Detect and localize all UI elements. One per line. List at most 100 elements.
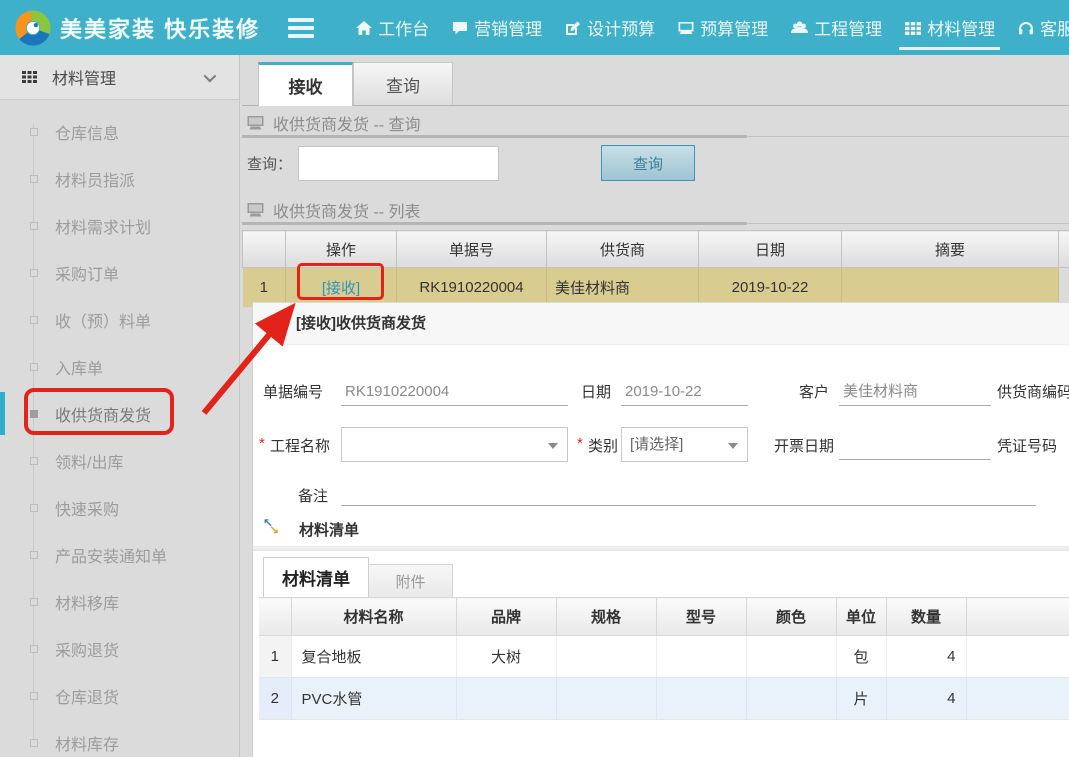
monitor-icon <box>246 115 265 132</box>
sidebar-menu: 仓库信息 材料员指派 材料需求计划 采购订单 <box>0 100 239 757</box>
col-material-name: 材料名称 <box>291 598 456 636</box>
edit-icon <box>564 19 582 37</box>
sidebar-item[interactable]: 领料/出库 <box>0 437 239 484</box>
sidebar-item[interactable]: 采购退货 <box>0 625 239 672</box>
sidebar-item[interactable]: 收（预）料单 <box>0 296 239 343</box>
col-rownum <box>243 231 286 268</box>
doc-no-field[interactable]: RK1910220004 <box>341 380 568 406</box>
sidebar-item-label: 收供货商发货 <box>55 402 151 426</box>
brand-title: 美美家装 快乐装修 <box>60 12 260 44</box>
brand-cell: 大树 <box>456 636 556 678</box>
sidebar-item-label: 采购订单 <box>55 261 119 285</box>
sidebar-item[interactable]: 仓库退货 <box>0 672 239 719</box>
project-name-select[interactable] <box>341 427 568 462</box>
sidebar-item-label: 快速采购 <box>55 496 119 520</box>
bullet-icon <box>30 128 38 136</box>
invoice-date-label: 开票日期 <box>774 435 834 456</box>
sidebar-item[interactable]: 采购订单 <box>0 249 239 296</box>
nav-budget[interactable]: 预算管理 <box>666 0 779 55</box>
nav-marketing[interactable]: 营销管理 <box>440 0 553 55</box>
sidebar-item[interactable]: 材料员指派 <box>0 155 239 202</box>
nav-workbench[interactable]: 工作台 <box>344 0 440 55</box>
bullet-icon <box>30 739 38 747</box>
col-unit: 单位 <box>836 598 886 636</box>
sidebar-item[interactable]: 仓库信息 <box>0 108 239 155</box>
sidebar-item[interactable]: 入库单 <box>0 343 239 390</box>
col-end <box>1059 231 1069 268</box>
tab-material-list[interactable]: 材料清单 <box>263 557 369 597</box>
grid-icon <box>904 19 922 37</box>
bullet-icon <box>30 551 38 559</box>
sidebar-item-label: 材料库存 <box>55 731 119 755</box>
sidebar-item[interactable]: 产品安装通知单 <box>0 531 239 578</box>
col-operation: 操作 <box>286 231 397 268</box>
nav-customer-service[interactable]: 客服管理 <box>1006 0 1069 55</box>
unit-cell: 包 <box>836 636 886 678</box>
date-label: 日期 <box>581 381 611 402</box>
material-name-cell: 复合地板 <box>291 636 456 678</box>
bullet-icon <box>30 410 38 418</box>
sidebar-item-label: 仓库退货 <box>55 684 119 708</box>
sidebar-title: 材料管理 <box>52 65 116 89</box>
material-row: 2 PVC水管 片 4 <box>259 678 1069 720</box>
col-spec: 规格 <box>556 598 656 636</box>
required-mark: * <box>577 435 583 452</box>
bullet-icon <box>30 645 38 653</box>
sidebar-item-label: 领料/出库 <box>55 449 123 473</box>
tab-attachments[interactable]: 附件 <box>369 564 453 597</box>
sidebar-item-label: 仓库信息 <box>55 120 119 144</box>
home-icon <box>355 19 373 37</box>
tab-receive[interactable]: 接收 <box>258 62 353 106</box>
material-row: 1 复合地板 大树 包 4 <box>259 636 1069 678</box>
shipment-list-table: 操作 单据号 供货商 日期 摘要 1 [接收] RK1910220004 美佳材… <box>242 230 1069 307</box>
sidebar-item[interactable]: 材料库存 <box>0 719 239 757</box>
required-mark: * <box>259 435 265 452</box>
nav-materials[interactable]: 材料管理 <box>893 0 1006 55</box>
row-number: 1 <box>243 268 286 307</box>
sidebar-item-label: 材料需求计划 <box>55 214 151 238</box>
query-input[interactable] <box>298 146 499 181</box>
sidebar-item[interactable]: 材料移库 <box>0 578 239 625</box>
query-form: 查询： 查询 <box>242 137 1069 189</box>
col-supplier: 供货商 <box>547 231 699 268</box>
sidebar-item[interactable]: 材料需求计划 <box>0 202 239 249</box>
customer-field[interactable]: 美佳材料商 <box>839 380 991 406</box>
category-select[interactable]: [请选择] <box>621 427 748 462</box>
sidebar-item-label: 收（预）料单 <box>55 308 151 332</box>
menu-toggle-icon[interactable] <box>288 14 314 42</box>
sidebar-item-label: 材料员指派 <box>55 167 135 191</box>
bullet-icon <box>30 598 38 606</box>
query-button[interactable]: 查询 <box>601 145 695 181</box>
sidebar-item[interactable]: 收供货商发货 <box>0 390 239 437</box>
top-header: 美美家装 快乐装修 工作台 营销管理 设计预算 预算管理 工程管理 <box>0 0 1069 55</box>
remark-label: 备注 <box>298 485 328 506</box>
qty-cell: 4 <box>886 678 966 720</box>
chevron-down-icon[interactable] <box>204 69 217 82</box>
unit-cell: 片 <box>836 678 886 720</box>
material-table: 材料名称 品牌 规格 型号 颜色 单位 数量 1 复合地板 大树 包 4 <box>259 597 1069 720</box>
col-summary: 摘要 <box>842 231 1059 268</box>
section-divider <box>253 546 1069 551</box>
invoice-date-field[interactable] <box>839 434 991 460</box>
nav-engineering[interactable]: 工程管理 <box>779 0 893 55</box>
chat-icon <box>451 19 469 37</box>
receive-detail-panel: [接收]收供货商发货 单据编号 RK1910220004 日期 2019-10-… <box>252 302 1069 757</box>
col-brand: 品牌 <box>456 598 556 636</box>
list-section-title: 收供货商发货 -- 列表 <box>242 197 1069 224</box>
col-doc-no: 单据号 <box>397 231 547 268</box>
date-field[interactable]: 2019-10-22 <box>621 380 748 406</box>
headset-icon <box>1017 19 1035 37</box>
sidebar-item[interactable]: 快速采购 <box>0 484 239 531</box>
supplier-cell: 美佳材料商 <box>547 268 699 307</box>
receive-action-link[interactable]: [接收] <box>322 280 360 297</box>
sidebar-item-label: 材料移库 <box>55 590 119 614</box>
bullet-icon <box>30 692 38 700</box>
supplier-code-label: 供货商编码 <box>997 381 1069 402</box>
remark-field[interactable] <box>341 480 1036 506</box>
material-name-cell: PVC水管 <box>291 678 456 720</box>
date-cell: 2019-10-22 <box>699 268 842 307</box>
nav-design-budget[interactable]: 设计预算 <box>553 0 666 55</box>
tab-query[interactable]: 查询 <box>353 62 453 105</box>
query-section-title: 收供货商发货 -- 查询 <box>242 110 1069 137</box>
sidebar-header[interactable]: 材料管理 <box>0 55 239 100</box>
